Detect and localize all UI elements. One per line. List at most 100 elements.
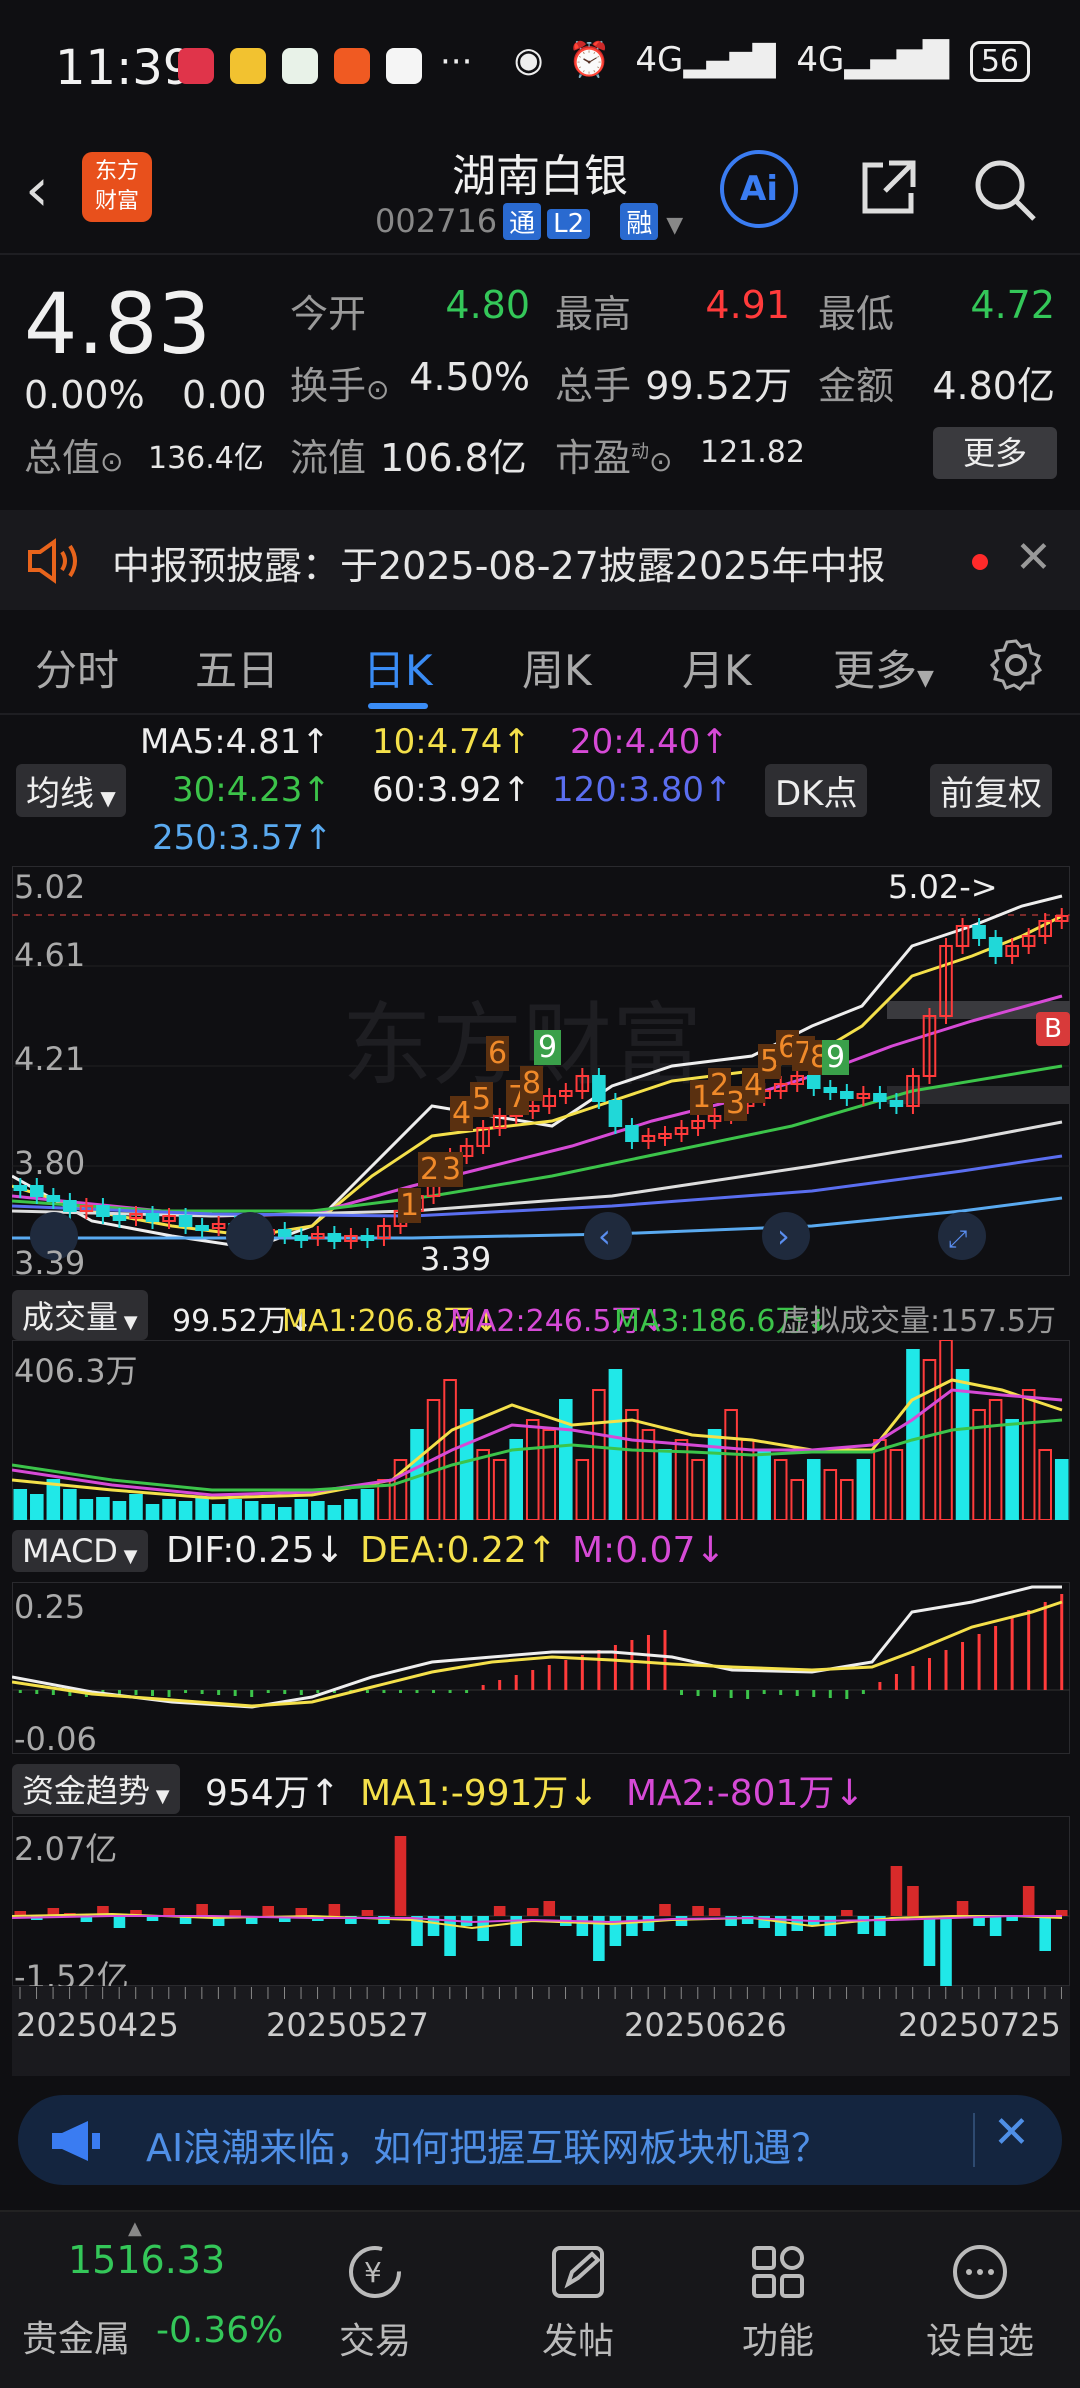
screen: 11:39 ··· ◉ ⏰ 4G▂▄▆█ 4G▂▄▆█ 56 ‹ 东方 财富 湖南…	[0, 0, 1080, 2388]
chart-tabs: 分时 五日 日K 周K 月K 更多▼	[0, 615, 1080, 715]
macd-chart[interactable]	[12, 1582, 1070, 1754]
volume-label: 总手	[555, 364, 632, 408]
sector-index-value[interactable]: 1516.33	[68, 2238, 225, 2282]
turnover-label: 换手⊙	[290, 364, 390, 408]
high-value: 4.91	[705, 283, 790, 327]
unread-dot	[972, 554, 988, 570]
tab-daily-k[interactable]: 日K	[363, 637, 433, 698]
ma20-value: 20:4.40↑	[570, 722, 729, 762]
seq-num-6: 6	[486, 1036, 510, 1071]
search-icon[interactable]	[970, 155, 1040, 225]
signal-icon-2: 4G▂▄▆█	[796, 40, 949, 80]
dk-point-button[interactable]: DK点	[765, 764, 868, 817]
tab-more[interactable]: 更多▼	[833, 637, 934, 698]
volume-chart[interactable]	[12, 1340, 1070, 1520]
fund-y-top: 2.07亿	[14, 1830, 118, 1868]
nav-post[interactable]: 发帖	[498, 2312, 658, 2364]
ma-selector[interactable]: 均线 ▼	[16, 764, 126, 817]
fund-selector[interactable]: 资金趋势 ▼	[12, 1764, 180, 1814]
status-bar: 11:39 ··· ◉ ⏰ 4G▂▄▆█ 4G▂▄▆█ 56	[0, 0, 1080, 130]
chart-prev-icon: ‹	[598, 1217, 611, 1255]
date-label-1: 20250527	[266, 2006, 429, 2044]
low-label: 最低	[818, 292, 895, 336]
amount-label: 金额	[818, 364, 895, 408]
date-label-0: 20250425	[16, 2006, 179, 2044]
kline-y-label-3: 3.80	[14, 1144, 86, 1182]
kline-max-marker: 5.02->	[888, 868, 998, 906]
fund-chart[interactable]	[12, 1816, 1070, 1986]
ai-button[interactable]: Ai	[720, 150, 798, 228]
seq-num-8: 8	[520, 1066, 544, 1101]
seq-num-2: 2	[418, 1152, 442, 1187]
notice-bar[interactable]: 中报预披露：于2025-08-27披露2025年中报 ✕	[0, 510, 1080, 610]
buy-marker[interactable]: B	[1036, 1012, 1070, 1046]
more-button[interactable]: 更多	[933, 427, 1057, 479]
tab-weekly-k[interactable]: 周K	[522, 637, 592, 698]
volume-value: 99.52万	[645, 364, 792, 408]
nav-function[interactable]: 功能	[698, 2312, 858, 2364]
kline-y-label-1: 4.61	[14, 936, 86, 974]
share-icon[interactable]	[855, 155, 921, 221]
stock-code-row: 002716 通 L2 融 ▼	[375, 202, 683, 240]
tab-active-indicator	[368, 703, 428, 709]
quote-panel: 4.83 0.00% 0.00 今开 4.80 最高 4.91 最低 4.72 …	[0, 255, 1080, 505]
sector-change[interactable]: -0.36%	[156, 2310, 283, 2351]
tab-intraday[interactable]: 分时	[35, 637, 119, 698]
ma5-value: MA5:4.81↑	[140, 722, 330, 762]
close-icon[interactable]: ✕	[1015, 532, 1052, 583]
volume-bars	[13, 1340, 1069, 1520]
home-app-icon	[282, 48, 318, 84]
macd-y-bottom: -0.06	[14, 1720, 97, 1758]
nav-add-watchlist[interactable]: 设自选	[900, 2312, 1060, 2364]
pe-value: 121.82	[700, 435, 805, 470]
mktcap-label: 总值⊙	[24, 436, 124, 480]
seq-num-5: 5	[470, 1082, 494, 1117]
trade-icon[interactable]: ¥	[345, 2242, 405, 2302]
macd-histogram	[18, 1594, 1064, 1699]
ma30-value: 30:4.23↑	[172, 770, 331, 810]
status-right: ◉ ⏰ 4G▂▄▆█ 4G▂▄▆█ 56	[514, 40, 1030, 82]
fund-current: 954万↑	[205, 1773, 340, 1814]
tab-five-day[interactable]: 五日	[195, 637, 279, 698]
fund-ma2: MA2:-801万↓	[626, 1773, 865, 1814]
notice-text: 中报预披露：于2025-08-27披露2025年中报	[112, 544, 886, 588]
banner-divider	[973, 2113, 975, 2167]
last-price: 4.83	[24, 275, 212, 373]
pe-label: 市盈动⊙	[555, 436, 673, 480]
eye-icon: ◉	[513, 40, 544, 80]
banner-text: AI浪潮来临，如何把握互联网板块机遇？	[146, 2126, 830, 2170]
kline-min-marker: 3.39	[420, 1240, 492, 1278]
bottom-nav: ▲ 1516.33 贵金属 -0.36% ¥ 交易 发帖 功能 设自选	[0, 2210, 1080, 2388]
ma250-value: 250:3.57↑	[152, 818, 333, 858]
more-notifications-icon: ···	[440, 42, 473, 82]
send-app-icon	[334, 48, 370, 84]
add-watchlist-icon[interactable]	[950, 2242, 1010, 2302]
post-icon[interactable]	[548, 2242, 608, 2302]
function-icon[interactable]	[748, 2242, 808, 2302]
seq-num-9b: 9	[822, 1040, 850, 1075]
macd-selector[interactable]: MACD ▼	[12, 1530, 148, 1572]
seq-num-1: 1	[398, 1188, 422, 1223]
tab-monthly-k[interactable]: 月K	[682, 637, 752, 698]
adjustment-button[interactable]: 前复权	[930, 764, 1052, 817]
megaphone-icon	[52, 2121, 100, 2161]
gear-icon[interactable]	[988, 637, 1044, 693]
high-label: 最高	[555, 292, 632, 336]
expand-up-icon[interactable]: ▲	[128, 2218, 142, 2239]
kline-y-label-4: 3.39	[14, 1244, 86, 1282]
date-axis: 20250425 20250527 20250626 20250725	[12, 1986, 1070, 2076]
ma60-value: 60:3.92↑	[372, 770, 531, 810]
volume-selector[interactable]: 成交量 ▼	[12, 1290, 148, 1340]
fund-bars	[14, 1836, 1068, 1986]
mobile-app-icon	[386, 48, 422, 84]
banner-close-icon[interactable]: ✕	[993, 2107, 1030, 2158]
float-value: 106.8亿	[380, 436, 527, 480]
nav-trade[interactable]: 交易	[295, 2312, 455, 2364]
fund-ma1: MA1:-991万↓	[360, 1773, 599, 1814]
sector-name[interactable]: 贵金属	[22, 2310, 130, 2362]
ai-promo-banner[interactable]: AI浪潮来临，如何把握互联网板块机遇？ ✕	[18, 2095, 1062, 2185]
turnover-value: 4.50%	[409, 355, 530, 399]
change-amount: 0.00	[182, 373, 267, 417]
kline-y-label-2: 4.21	[14, 1040, 86, 1078]
chevron-down-icon[interactable]: ▼	[666, 213, 683, 238]
